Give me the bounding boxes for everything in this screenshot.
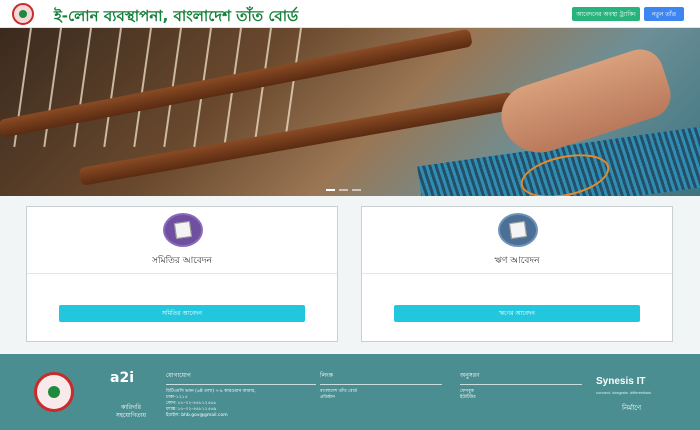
apply-tracking-button[interactable]: আবেদনের অবস্থা ট্র্যাকিং (572, 7, 640, 21)
banner-thread (103, 28, 122, 147)
divider (27, 273, 337, 274)
loan-application-card: ঋণ আবেদন ঋণের আবেদন (361, 206, 673, 342)
a2i-caption: কারিগরি সহযোগিতায় (115, 404, 147, 419)
footer-contact: যোগাযোগ বিটিএমসি ভবন (৬ষ্ঠ তলা) ৭-৯ কারও… (166, 370, 316, 419)
card-title: ঋণ আবেদন (494, 256, 540, 266)
banner-thread (133, 28, 152, 147)
site-title: ই-লোন ব্যবস্থাপনা, বাংলাদেশ তাঁত বোর্ড (54, 7, 299, 25)
developer-tagline: connect. integrate. differentiate. (596, 390, 652, 395)
association-application-card: সমিতির আবেদন সমিতির আবেদন (26, 206, 338, 342)
a2i-logo: a2i (110, 370, 134, 386)
follow-heading: অনুসরণ (460, 370, 582, 385)
document-icon (163, 213, 203, 247)
slide-dot[interactable] (326, 189, 335, 191)
hero-banner (0, 28, 700, 196)
new-button[interactable]: নতুন তাঁত (644, 7, 684, 21)
links-heading: লিংক (320, 370, 442, 385)
footer-follow: অনুসরণ ফেসবুক ইউটিউব (460, 370, 582, 401)
bangladesh-emblem-logo[interactable] (12, 3, 34, 25)
developer-logo: Synesis IT (596, 376, 646, 387)
government-emblem-logo (34, 372, 74, 412)
banner-thread (73, 28, 92, 147)
loan-apply-button[interactable]: ঋণের আবেদন (394, 305, 640, 322)
contact-heading: যোগাযোগ (166, 370, 316, 385)
slider-indicators[interactable] (326, 189, 361, 191)
youtube-link[interactable]: ইউটিউব (460, 395, 582, 401)
page: ই-লোন ব্যবস্থাপনা, বাংলাদেশ তাঁত বোর্ড আ… (0, 0, 700, 430)
made-by-label: নির্মাণে (622, 404, 642, 412)
contact-email[interactable]: ইমেইল: bhb.gov@gmail.com (166, 413, 316, 419)
slide-dot[interactable] (339, 189, 348, 191)
header: ই-লোন ব্যবস্থাপনা, বাংলাদেশ তাঁত বোর্ড আ… (0, 0, 700, 28)
card-title: সমিতির আবেদন (152, 256, 212, 266)
footer-link[interactable]: প্রতিষ্ঠান (320, 395, 442, 401)
divider (362, 273, 672, 274)
document-icon (498, 213, 538, 247)
slide-dot[interactable] (352, 189, 361, 191)
footer-links: লিংক বাংলাদেশ তাঁত বোর্ড প্রতিষ্ঠান (320, 370, 442, 401)
association-apply-button[interactable]: সমিতির আবেদন (59, 305, 305, 322)
